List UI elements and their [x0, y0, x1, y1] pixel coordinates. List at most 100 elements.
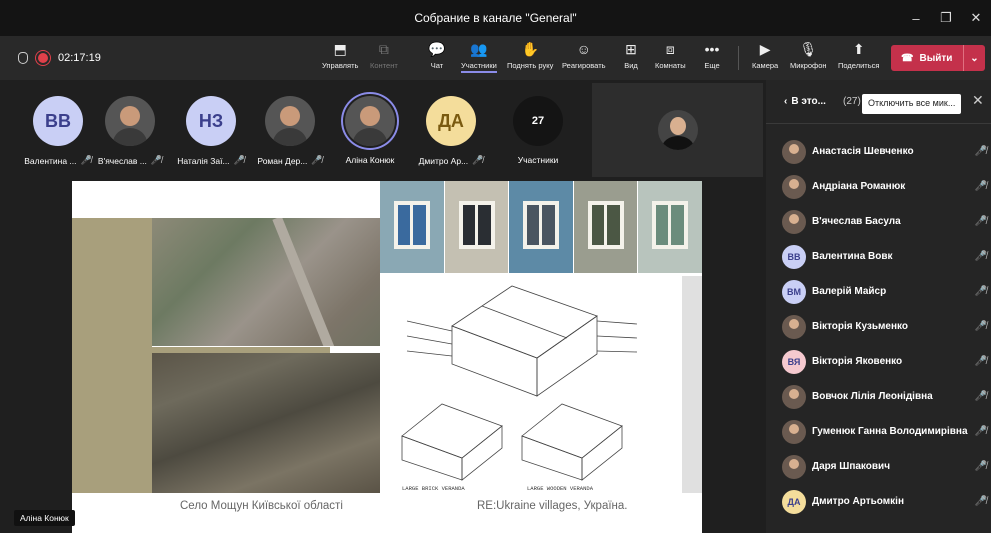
- participant-row[interactable]: ВВ Валентина Вовк 🎤̸: [782, 239, 987, 274]
- mic-off-icon: 🎤̸: [233, 155, 245, 165]
- phone-hangup-icon: ☎: [901, 52, 914, 64]
- participant-row[interactable]: Вовчок Лілія Леонідівна 🎤̸: [782, 379, 987, 414]
- participant-tile[interactable]: В'ячеслав ... 🎤̸: [90, 96, 170, 166]
- mic-off-icon: 🎤̸: [974, 496, 987, 507]
- participant-row[interactable]: В'ячеслав Басула 🎤̸: [782, 204, 987, 239]
- title-bar: Собрание в канале "General" – ❐ ✕: [0, 0, 991, 36]
- participant-name: Дмитро Артьомкін: [812, 496, 905, 507]
- participant-tile[interactable]: НЗ Наталія Заї... 🎤̸: [171, 96, 251, 166]
- caption-left: Село Мощун Київської області: [180, 500, 343, 512]
- close-icon[interactable]: ✕: [972, 92, 984, 109]
- mic-off-icon: 🎤̸: [150, 155, 163, 165]
- toolbar-btn-camera[interactable]: ▶ Камера: [752, 40, 778, 71]
- mic-off-icon: 🎤̸: [974, 356, 987, 367]
- video-tile[interactable]: [592, 83, 763, 177]
- avatar: [782, 454, 806, 479]
- participant-video: [657, 110, 698, 150]
- participant-tile-name: Дмитро Ар... 🎤̸: [419, 155, 484, 166]
- participant-tile-name: Роман Дер... 🎤̸: [257, 155, 322, 166]
- participant-row[interactable]: ДА Дмитро Артьомкін 🎤̸: [782, 484, 987, 519]
- leave-main[interactable]: ☎ Выйти: [891, 53, 963, 64]
- participant-row[interactable]: Гуменюк Ганна Володимирівна 🎤̸: [782, 414, 987, 449]
- toolbar-btn-share[interactable]: ⬆ Поделиться: [838, 40, 879, 71]
- microphone-icon: 🎙: [799, 40, 818, 57]
- avatar: [782, 314, 806, 339]
- toolbar-btn-more[interactable]: ••• Еще: [703, 40, 721, 70]
- avatar: ВВ: [782, 244, 806, 269]
- mute-all-button[interactable]: Отключить все мик...: [862, 94, 962, 114]
- participants-count-tile[interactable]: 27 Участники: [498, 96, 578, 165]
- participant-tile[interactable]: Роман Дер... 🎤̸: [250, 96, 330, 166]
- participant-name: Аліна Конюк: [345, 155, 395, 165]
- toolbar-btn-chat[interactable]: 💬 Чат: [428, 40, 446, 71]
- avatar: [782, 384, 806, 409]
- participant-strip: ВВ Валентина ... 🎤̸ В'ячеслав ... 🎤̸ НЗ Наталі…: [0, 80, 591, 178]
- caption-right: RE:Ukraine villages, Україна.: [477, 500, 628, 512]
- toolbar-btn-people[interactable]: 👥 Участники: [461, 40, 497, 73]
- participant-tile[interactable]: ВВ Валентина ... 🎤̸: [18, 96, 98, 166]
- participant-tile-name: В'ячеслав ... 🎤̸: [98, 155, 162, 166]
- toolbar-btn-content[interactable]: ⧉ Контент: [370, 40, 398, 71]
- avatar: [105, 96, 155, 146]
- mic-off-icon: 🎤̸: [974, 251, 987, 262]
- toolbar-divider: [738, 46, 739, 70]
- shield-icon: [18, 52, 28, 64]
- participant-name: Вовчок Лілія Леонідівна: [812, 391, 933, 402]
- mic-off-icon: 🎤̸: [974, 461, 987, 472]
- mic-off-icon: 🎤̸: [974, 146, 987, 157]
- toolbar-btn-microphone[interactable]: 🎙 Микрофон: [790, 40, 827, 71]
- window-photos: [380, 181, 702, 273]
- participant-row[interactable]: ВМ Валерій Майср 🎤̸: [782, 274, 987, 309]
- participant-row[interactable]: Анастасія Шевченко 🎤̸: [782, 134, 987, 169]
- presentation-slide: LARGE BRICK VERANDA LARGE WOODEN VERANDA…: [72, 181, 702, 533]
- close-window-button[interactable]: ✕: [961, 10, 991, 26]
- participant-row[interactable]: ВЯ Вікторія Яковенко 🎤̸: [782, 344, 987, 379]
- label-brick-veranda: LARGE BRICK VERANDA: [402, 485, 465, 492]
- participant-row[interactable]: Вікторія Кузьменко 🎤̸: [782, 309, 987, 344]
- participant-tile-name: Валентина ... 🎤̸: [24, 155, 92, 166]
- aerial-photo-village: [152, 218, 380, 346]
- participant-count-bubble: 27: [513, 96, 563, 146]
- avatar: [345, 96, 395, 146]
- mic-off-icon: 🎤̸: [974, 321, 987, 332]
- participant-row[interactable]: Андріана Романюк 🎤̸: [782, 169, 987, 204]
- participant-name: Вікторія Яковенко: [812, 356, 903, 367]
- mic-off-icon: 🎤̸: [311, 155, 323, 165]
- raise-hand-icon: ✋: [521, 40, 539, 57]
- chevron-down-icon: ⌄: [970, 52, 979, 64]
- avatar: ДА: [426, 96, 476, 146]
- participant-tile[interactable]: Аліна Конюк: [330, 96, 410, 165]
- participant-name: В'ячеслав Басула: [812, 216, 901, 227]
- mic-off-icon: 🎤̸: [974, 286, 987, 297]
- avatar: [782, 139, 806, 164]
- toolbar-btn-view[interactable]: ⊞ Вид: [622, 40, 640, 71]
- mic-off-icon: 🎤̸: [974, 391, 987, 402]
- panel-back-button[interactable]: ‹ В это...: [784, 96, 826, 107]
- participant-row[interactable]: Даря Шпакович 🎤̸: [782, 449, 987, 484]
- participant-count: (27): [843, 96, 861, 107]
- meeting-status: 02:17:19: [18, 36, 101, 80]
- avatar: ВЯ: [782, 349, 806, 374]
- participant-name: Даря Шпакович: [812, 461, 891, 472]
- participant-name: Наталія Заї...: [177, 155, 230, 166]
- meeting-toolbar: 02:17:19 ⬒ Управлять ⧉ Контент 💬 Чат 👥 Участ…: [0, 36, 991, 80]
- participant-name: Валерій Майср: [812, 286, 887, 297]
- minimize-button[interactable]: –: [901, 11, 931, 26]
- participant-tile-name: Наталія Заї... 🎤̸: [177, 155, 245, 166]
- chevron-left-icon: ‹: [784, 96, 788, 107]
- toolbar-btn-raise-hand[interactable]: ✋ Поднять руку: [507, 40, 553, 71]
- leave-button[interactable]: ☎ Выйти ⌄: [891, 45, 985, 71]
- toolbar-btn-react[interactable]: ☺ Реагировать: [562, 40, 606, 70]
- toolbar-btn-rooms[interactable]: ⧈ Комнаты: [655, 40, 686, 71]
- participant-tile[interactable]: ДА Дмитро Ар... 🎤̸: [411, 96, 491, 166]
- maximize-button[interactable]: ❐: [931, 10, 961, 26]
- avatar: [265, 96, 315, 146]
- leave-options-button[interactable]: ⌄: [963, 45, 985, 71]
- slide-accent: [72, 218, 152, 493]
- toolbar-btn-control[interactable]: ⬒ Управлять: [322, 40, 358, 71]
- recording-icon: [38, 53, 48, 63]
- avatar: НЗ: [186, 96, 236, 146]
- more-icon: •••: [704, 41, 720, 57]
- people-icon: 👥: [470, 40, 488, 57]
- aerial-photo-ruins: [152, 353, 380, 493]
